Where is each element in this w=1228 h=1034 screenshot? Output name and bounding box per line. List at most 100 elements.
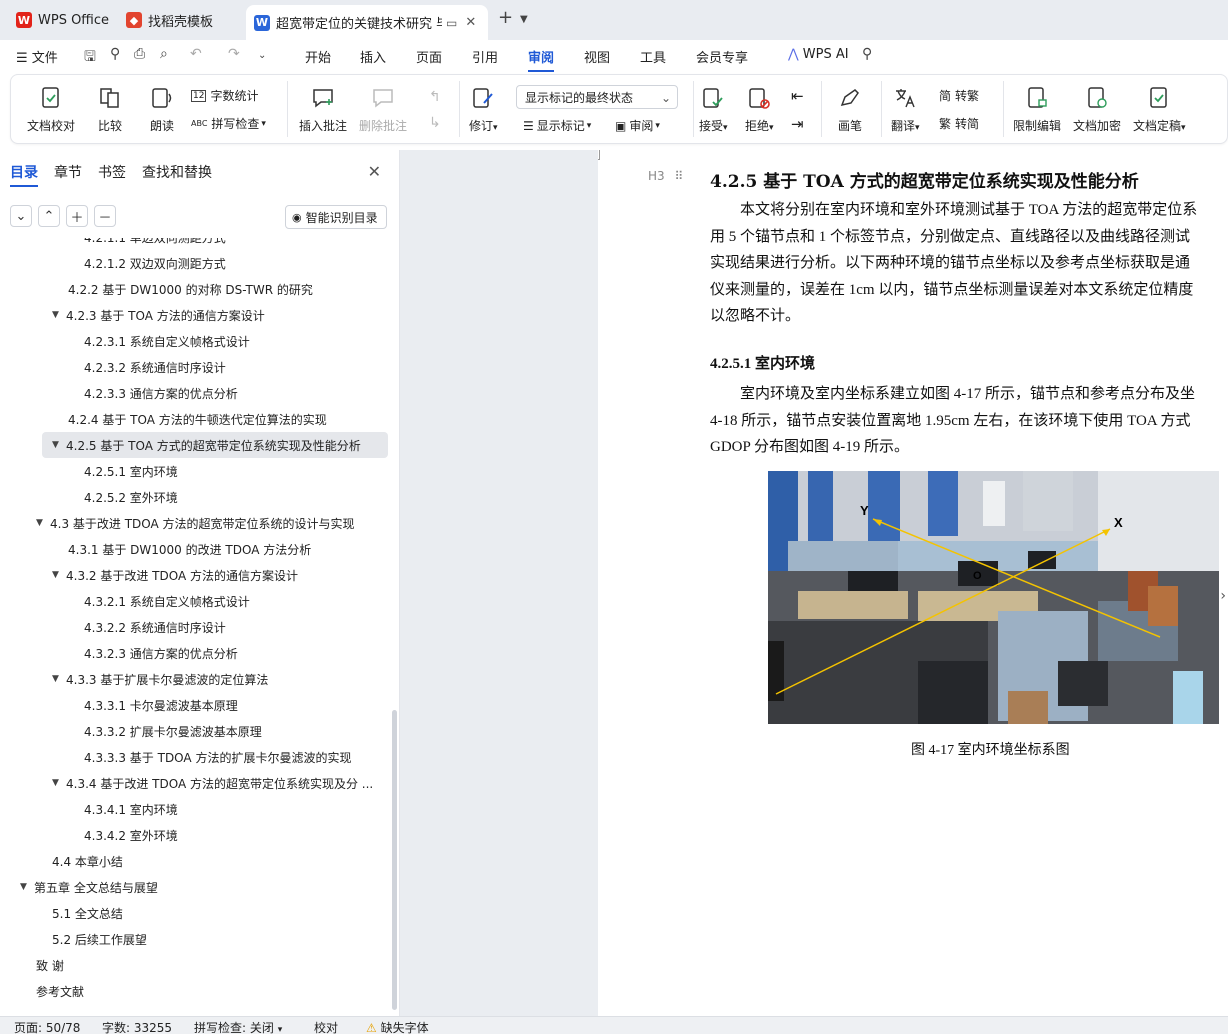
spell-check-status[interactable]: 拼写检查: 关闭 ▾ xyxy=(194,1019,282,1034)
missing-font-status[interactable]: ⚠ 缺失字体 xyxy=(366,1019,429,1034)
finalize-button[interactable]: 文档定稿▾ xyxy=(1133,85,1186,134)
toc-item[interactable]: ▼ 4.2.5 基于 TOA 方式的超宽带定位系统实现及性能分析 xyxy=(42,432,388,458)
toc-item[interactable]: 4.3.3.3 基于 TDOA 方法的扩展卡尔曼滤波的实现 xyxy=(0,744,392,770)
tab-document[interactable]: W 超宽带定位的关键技术研究 毕 ▭ ✕ xyxy=(246,5,488,40)
revise-button[interactable]: 修订▾ xyxy=(469,85,498,134)
smart-toc-button[interactable]: ◉ 智能识别目录 xyxy=(285,205,387,229)
menu-page[interactable]: 页面 xyxy=(416,47,442,66)
toc-scrollbar[interactable] xyxy=(392,710,397,1010)
markup-state-select[interactable]: 显示标记的最终状态 ⌄ xyxy=(516,85,678,109)
menu-tools[interactable]: 工具 xyxy=(640,47,666,66)
toc-item[interactable]: 4.2.5.1 室内环境 xyxy=(0,458,392,484)
to-traditional-button[interactable]: 简转繁 xyxy=(939,87,979,104)
toc-item[interactable]: 4.2.5.2 室外环境 xyxy=(0,484,392,510)
toc-item[interactable]: 4.2.3.3 通信方案的优点分析 xyxy=(0,380,392,406)
menu-view[interactable]: 视图 xyxy=(584,47,610,66)
toc-item[interactable]: 致 谢 xyxy=(0,952,392,978)
expand-triangle-icon[interactable]: ▼ xyxy=(52,570,66,580)
menu-start[interactable]: 开始 xyxy=(305,47,331,66)
collapse-chevron-icon[interactable]: ⌄ xyxy=(10,205,32,227)
expand-triangle-icon[interactable]: ▼ xyxy=(36,518,50,528)
toc-item[interactable]: 4.3.3.1 卡尔曼滤波基本原理 xyxy=(0,692,392,718)
toc-item[interactable]: 4.2.3.2 系统通信时序设计 xyxy=(0,354,392,380)
encrypt-button[interactable]: 文档加密 xyxy=(1073,85,1121,134)
toc-item[interactable]: 4.3.2.3 通信方案的优点分析 xyxy=(0,640,392,666)
page-next-arrow-icon[interactable]: › xyxy=(1220,588,1226,604)
tab-toc[interactable]: 目录 xyxy=(10,162,38,187)
chevron-down-icon[interactable]: ▼ xyxy=(520,14,528,25)
tab-sections[interactable]: 章节 xyxy=(54,162,82,182)
toc-item[interactable]: ▼ 第五章 全文总结与展望 xyxy=(0,874,392,900)
review-pane-button[interactable]: ▣ 审阅 ▾ xyxy=(615,117,660,134)
proofread-button[interactable]: 文档校对 xyxy=(27,85,75,134)
redo-icon[interactable]: ↷ xyxy=(228,46,240,62)
close-icon[interactable]: ✕ xyxy=(368,162,381,181)
print-icon[interactable]: ⎙ xyxy=(134,46,145,62)
file-menu[interactable]: ☰ 文件 xyxy=(16,47,58,66)
previous-comment-icon[interactable]: ↰ xyxy=(429,89,441,105)
expand-triangle-icon[interactable]: ▼ xyxy=(52,310,66,320)
print-preview-icon[interactable]: ⌕ xyxy=(160,46,168,62)
more-chevron-icon[interactable]: ⌄ xyxy=(258,50,266,61)
next-comment-icon[interactable]: ↳ xyxy=(429,115,441,131)
tab-bookmarks[interactable]: 书签 xyxy=(98,162,126,182)
toc-item[interactable]: 4.2.4 基于 TOA 方法的牛顿迭代定位算法的实现 xyxy=(0,406,392,432)
delete-comment-button[interactable]: 删除批注 xyxy=(359,85,407,134)
toc-item[interactable]: 4.3.3.2 扩展卡尔曼滤波基本原理 xyxy=(0,718,392,744)
proof-status[interactable]: 校对 xyxy=(314,1019,338,1034)
expand-chevron-icon[interactable]: ⌃ xyxy=(38,205,60,227)
new-tab-icon[interactable]: + xyxy=(498,7,513,28)
toc-item[interactable]: 参考文献 xyxy=(0,978,392,1004)
toc-item[interactable]: 4.3.4.2 室外环境 xyxy=(0,822,392,848)
previous-change-icon[interactable]: ⇤ xyxy=(791,87,804,105)
menu-review[interactable]: 审阅 xyxy=(528,47,555,72)
toc-item[interactable]: ▼ 4.3 基于改进 TDOA 方法的超宽带定位系统的设计与实现 xyxy=(0,510,392,536)
expand-triangle-icon[interactable]: ▼ xyxy=(52,674,66,684)
toc-item[interactable]: ▼ 4.3.2 基于改进 TDOA 方法的通信方案设计 xyxy=(0,562,392,588)
menu-membership[interactable]: 会员专享 xyxy=(696,47,748,66)
toc-item[interactable]: 4.3.4.1 室内环境 xyxy=(0,796,392,822)
toc-item[interactable]: 5.2 后续工作展望 xyxy=(0,926,392,952)
toc-item[interactable]: 4.2.1.2 双边双向测距方式 xyxy=(0,250,392,276)
expand-triangle-icon[interactable]: ▼ xyxy=(52,778,66,788)
expand-triangle-icon[interactable]: ▼ xyxy=(20,882,34,892)
reject-button[interactable]: 拒绝▾ xyxy=(745,85,774,134)
wps-ai-button[interactable]: ⋀ WPS AI xyxy=(788,47,849,62)
word-count-button[interactable]: 12 字数统计 xyxy=(191,87,258,104)
office-photo[interactable]: X Y O xyxy=(768,471,1219,724)
spell-check-button[interactable]: ABC 拼写检查 ▾ xyxy=(191,115,266,132)
screen-icon[interactable]: ▭ xyxy=(446,16,457,30)
undo-icon[interactable]: ↶ xyxy=(190,46,202,62)
pen-button[interactable]: 画笔 xyxy=(837,85,863,134)
toc-item[interactable]: 4.2.1.1 单边双向测距方式 xyxy=(0,238,392,250)
next-change-icon[interactable]: ⇥ xyxy=(791,115,804,133)
remove-heading-icon[interactable]: － xyxy=(94,205,116,227)
toc-item[interactable]: 4.2.3.1 系统自定义帧格式设计 xyxy=(0,328,392,354)
save-icon[interactable]: 🖫 xyxy=(84,46,96,70)
compare-button[interactable]: 比较 xyxy=(97,85,123,134)
word-count-indicator[interactable]: 字数: 33255 xyxy=(102,1019,172,1034)
close-tab-icon[interactable]: ✕ xyxy=(465,15,476,30)
page-indicator[interactable]: 页面: 50/78 xyxy=(14,1019,80,1034)
read-aloud-button[interactable]: 朗读 xyxy=(149,85,175,134)
toc-item[interactable]: 4.3.2.2 系统通信时序设计 xyxy=(0,614,392,640)
insert-comment-button[interactable]: 插入批注 xyxy=(299,85,347,134)
toc-item[interactable]: ▼ 4.3.4 基于改进 TDOA 方法的超宽带定位系统实现及分 ... xyxy=(0,770,392,796)
menu-reference[interactable]: 引用 xyxy=(472,47,498,66)
share-icon[interactable]: ⚲ xyxy=(110,46,120,62)
menu-insert[interactable]: 插入 xyxy=(360,47,386,66)
search-icon[interactable]: ⚲ xyxy=(862,46,872,62)
tab-find-replace[interactable]: 查找和替换 xyxy=(142,162,212,182)
toc-item[interactable]: 4.4 本章小结 xyxy=(0,848,392,874)
toc-item[interactable]: ▼ 4.3.3 基于扩展卡尔曼滤波的定位算法 xyxy=(0,666,392,692)
tab-docer-templates[interactable]: ◆ 找稻壳模板 xyxy=(118,5,221,35)
tab-wps-office[interactable]: W WPS Office xyxy=(8,5,117,35)
to-simplified-button[interactable]: 繁转简 xyxy=(939,115,979,132)
expand-triangle-icon[interactable]: ▼ xyxy=(52,440,66,450)
toc-item[interactable]: ▼ 4.2.3 基于 TOA 方法的通信方案设计 xyxy=(0,302,392,328)
toc-item[interactable]: 5.1 全文总结 xyxy=(0,900,392,926)
add-heading-icon[interactable]: ＋ xyxy=(66,205,88,227)
heading-level-marker[interactable]: H3 ⠿ xyxy=(648,169,683,183)
toc-item[interactable]: 4.3.1 基于 DW1000 的改进 TDOA 方法分析 xyxy=(0,536,392,562)
restrict-edit-button[interactable]: 限制编辑 xyxy=(1013,85,1061,134)
